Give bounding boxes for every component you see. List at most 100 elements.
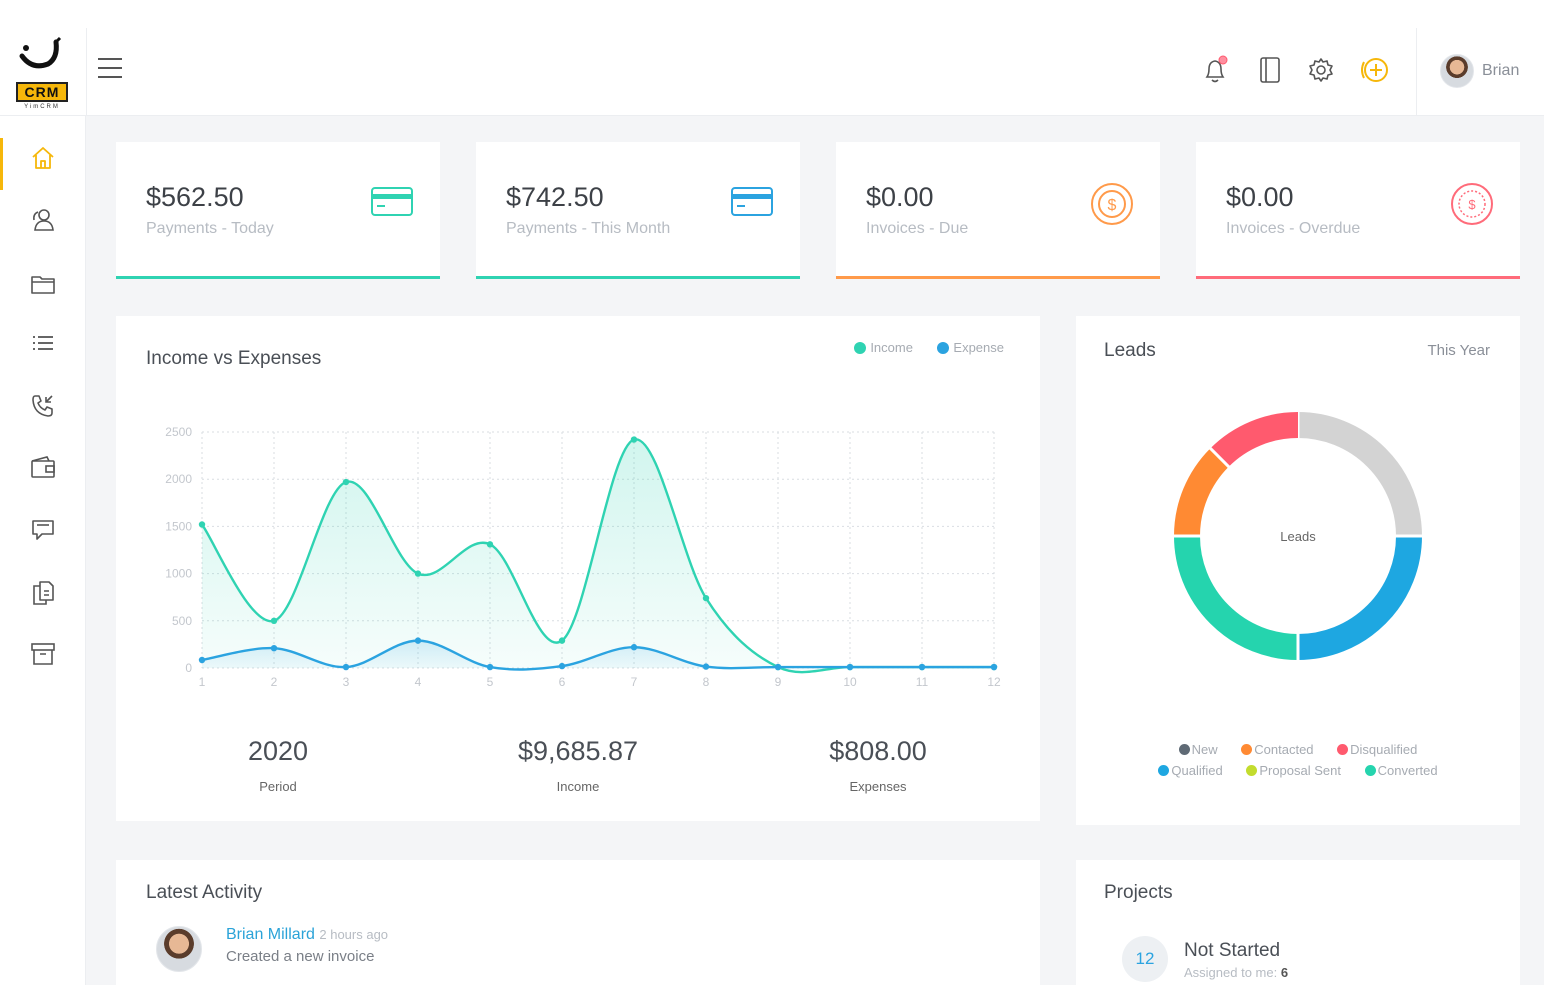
x-tick-label: 7: [631, 675, 638, 689]
summary-label: Income: [556, 779, 600, 794]
y-tick-label: 1000: [165, 567, 192, 581]
summary-label: Period: [259, 779, 297, 794]
legend-dot: [1178, 744, 1190, 755]
x-tick-label: 1: [199, 675, 206, 689]
stat-card-invoices-due[interactable]: $0.00 Invoices - Due $: [836, 142, 1160, 279]
x-tick-label: 2: [271, 675, 278, 689]
add-circle-icon[interactable]: [1358, 54, 1392, 86]
activity-user-link[interactable]: Brian Millard: [226, 926, 315, 943]
sidebar-item-contacts[interactable]: [0, 196, 86, 244]
y-tick-label: 2500: [165, 425, 192, 439]
stat-card-invoices-overdue[interactable]: $0.00 Invoices - Overdue $: [1196, 142, 1520, 279]
leads-donut-chart: Leads: [1173, 411, 1423, 661]
data-point-income: [414, 570, 422, 577]
topbar-divider: [86, 28, 87, 116]
svg-text:$: $: [1468, 197, 1476, 212]
chat-icon: [32, 520, 54, 540]
logo-mark-icon: [19, 36, 62, 69]
donut-slice-converted: [1174, 535, 1299, 660]
data-point-expense: [342, 663, 350, 671]
legend-dot: [1158, 765, 1170, 776]
sidebar-item-home[interactable]: [0, 134, 86, 190]
phone-call-icon: [32, 395, 53, 417]
stat-value: $562.50: [146, 182, 244, 212]
legend-label: New: [1191, 742, 1218, 757]
hamburger-icon[interactable]: [98, 58, 126, 82]
summary-expenses: $808.00 Expenses: [788, 736, 968, 794]
legend-dot: [1364, 765, 1376, 776]
data-point-expense: [630, 644, 638, 651]
logo-text: CRM: [16, 82, 68, 102]
stat-card-payments-today[interactable]: $562.50 Payments - Today: [116, 142, 440, 279]
stat-label: Invoices - Overdue: [1226, 220, 1361, 237]
sidebar-item-documents[interactable]: [0, 568, 86, 616]
x-tick-label: 3: [343, 675, 350, 689]
home-icon: [32, 147, 54, 169]
x-tick-label: 6: [559, 675, 566, 689]
card-icon: [371, 187, 413, 216]
user-divider: [1416, 28, 1417, 116]
x-tick-label: 12: [987, 675, 1001, 689]
assigned-label: Assigned to me:: [1184, 965, 1278, 980]
dollar-coin-icon: $: [1091, 183, 1133, 225]
contacts-icon: [33, 209, 54, 231]
legend-disqualified[interactable]: Disqualified: [1337, 742, 1417, 757]
archive-icon: [31, 643, 55, 665]
logo[interactable]: CRM YimCRM: [0, 28, 86, 116]
data-point-expense: [270, 644, 278, 652]
stat-card-payments-month[interactable]: $742.50 Payments - This Month: [476, 142, 800, 279]
notebook-icon[interactable]: [1255, 54, 1285, 86]
sidebar-item-tasks[interactable]: [0, 320, 86, 368]
activity-description: Created a new invoice: [226, 948, 375, 965]
sidebar-item-projects[interactable]: [0, 260, 86, 308]
avatar: [1440, 54, 1474, 88]
data-point-income: [198, 521, 206, 528]
series-area-income: [202, 439, 994, 673]
legend-converted[interactable]: Converted: [1364, 763, 1438, 778]
panel-title: Projects: [1104, 882, 1173, 903]
user-name: Brian: [1482, 62, 1520, 79]
legend-label: Converted: [1377, 763, 1438, 778]
data-point-expense: [198, 656, 206, 664]
y-tick-label: 0: [185, 661, 192, 675]
sidebar-item-messages[interactable]: [0, 506, 86, 554]
sidebar-item-calls[interactable]: [0, 382, 86, 430]
svg-text:$: $: [1108, 197, 1117, 214]
project-count-badge: 12: [1122, 936, 1168, 982]
project-item[interactable]: Not Started Assigned to me: 6: [1184, 940, 1288, 980]
stat-value: $742.50: [506, 182, 604, 212]
bell-icon[interactable]: [1200, 54, 1230, 86]
legend-dot: [1241, 744, 1253, 755]
leads-panel: Leads This Year Leads New Contacted Disq…: [1076, 316, 1520, 825]
summary-label: Expenses: [849, 779, 907, 794]
user-menu[interactable]: Brian: [1440, 54, 1519, 88]
data-point-income: [558, 637, 566, 644]
data-point-expense: [918, 663, 926, 671]
legend-proposal-sent[interactable]: Proposal Sent: [1246, 763, 1341, 778]
card-icon: [731, 187, 773, 216]
gear-icon[interactable]: [1306, 54, 1336, 86]
stat-label: Payments - Today: [146, 220, 274, 237]
summary-value: $808.00: [829, 736, 927, 766]
documents-icon: [33, 581, 54, 605]
y-tick-label: 500: [172, 614, 192, 628]
x-tick-label: 10: [843, 675, 857, 689]
sidebar-item-payments[interactable]: [0, 444, 86, 492]
stat-label: Invoices - Due: [866, 220, 969, 237]
legend-qualified[interactable]: Qualified: [1158, 763, 1223, 778]
legend-contacted[interactable]: Contacted: [1241, 742, 1314, 757]
activity-item: Brian Millard 2 hours ago Created a new …: [156, 926, 388, 972]
legend-new[interactable]: New: [1178, 742, 1218, 757]
sidebar-item-archive[interactable]: [0, 630, 86, 678]
donut-center-label: Leads: [1280, 529, 1316, 544]
legend-dot: [1337, 744, 1349, 755]
stat-value: $0.00: [866, 182, 934, 212]
stat-value: $0.00: [1226, 182, 1294, 212]
folder-icon: [31, 276, 55, 294]
data-point-income: [270, 617, 278, 624]
logo-subtext: YimCRM: [24, 104, 60, 110]
x-tick-label: 5: [487, 675, 494, 689]
legend-label: Contacted: [1254, 742, 1314, 757]
data-point-expense: [414, 637, 422, 644]
wallet-icon: [31, 456, 55, 478]
